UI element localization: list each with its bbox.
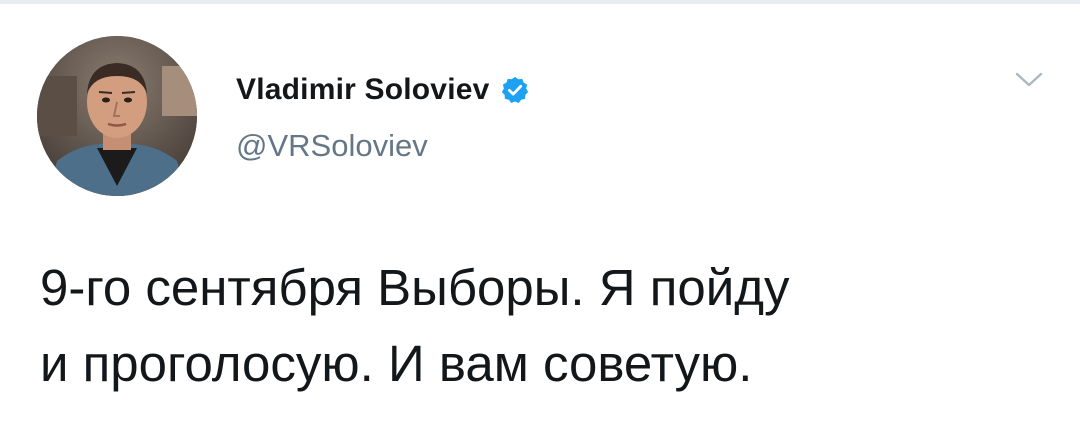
author-avatar[interactable] (37, 36, 197, 196)
tweet-text-line: 9-го сентября Выборы. Я пойду (40, 259, 790, 316)
chevron-down-icon[interactable] (1014, 70, 1044, 90)
author-name-row: Vladimir Soloviev (236, 70, 530, 110)
tweet-text-line: и проголосую. И вам советую. (40, 335, 753, 392)
top-divider (0, 0, 1080, 4)
avatar-photo-icon (37, 36, 197, 196)
tweet-text: 9-го сентября Выборы. Я пойду и проголос… (40, 250, 1060, 402)
author-handle[interactable]: @VRSoloviev (236, 128, 428, 164)
author-display-name[interactable]: Vladimir Soloviev (236, 73, 490, 107)
verified-badge-icon (501, 76, 528, 103)
